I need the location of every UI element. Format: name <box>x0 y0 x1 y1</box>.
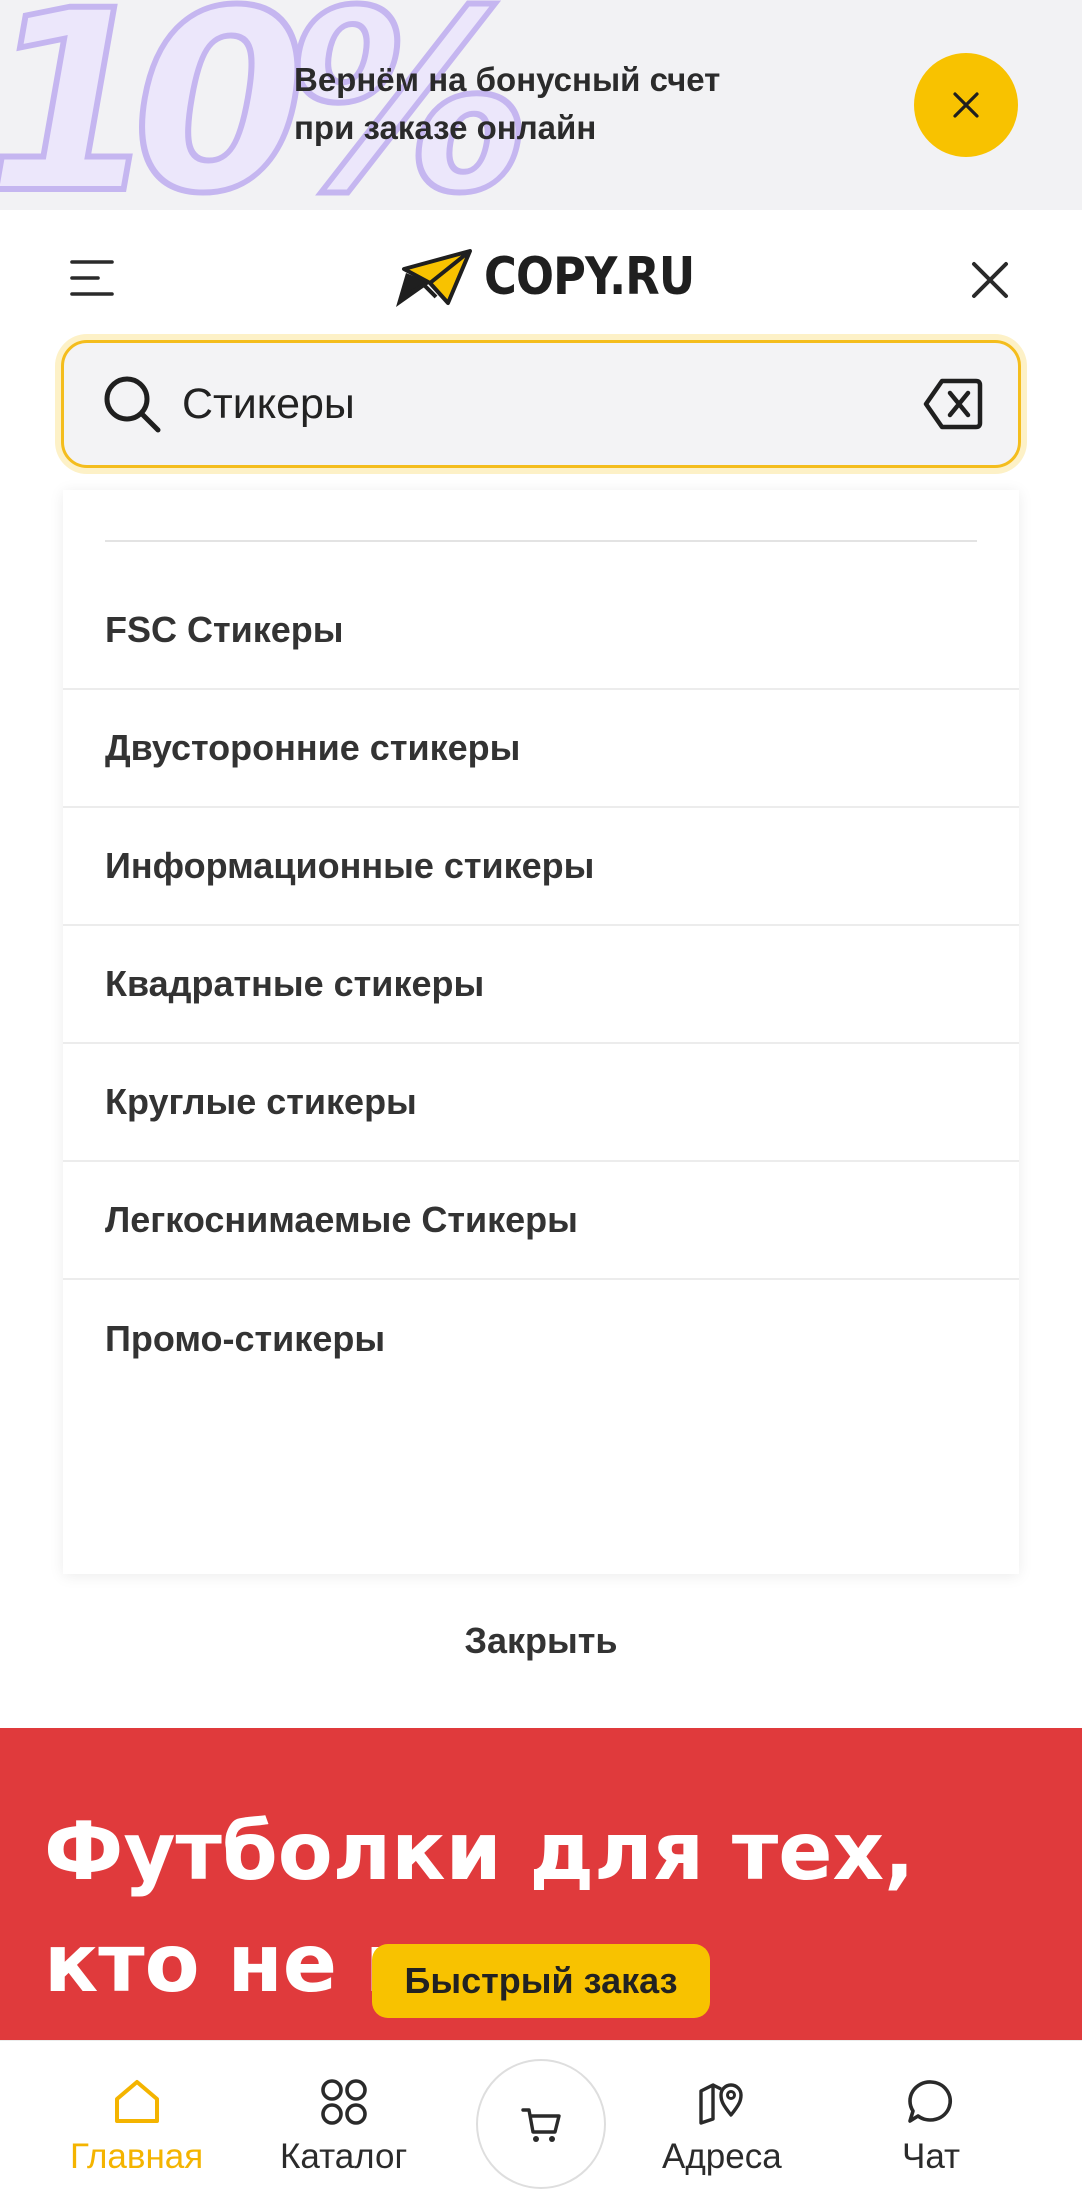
home-icon <box>114 2080 159 2123</box>
suggestion-item[interactable]: Двусторонние стикеры <box>63 690 1019 808</box>
suggestion-item[interactable]: Круглые стикеры <box>63 1044 1019 1162</box>
cart-icon <box>521 2108 561 2142</box>
divider <box>105 540 977 542</box>
nav-home-label: Главная <box>70 2137 204 2176</box>
chat-bubble-icon <box>908 2080 953 2123</box>
nav-chat-label: Чат <box>902 2137 961 2176</box>
close-icon[interactable] <box>966 256 1014 304</box>
promo-banner[interactable]: 10% Вернём на бонусный счет при заказе о… <box>0 0 1082 210</box>
paper-plane-icon <box>396 249 472 307</box>
promo-close-button[interactable] <box>914 53 1018 157</box>
promo-line-1: Вернём на бонусный счет <box>294 61 721 98</box>
search-input[interactable] <box>182 379 882 429</box>
logo-text: COPY.RU <box>484 247 695 307</box>
search-suggestions: FSC Стикеры Двусторонние стикеры Информа… <box>63 490 1019 1574</box>
nav-addresses-label: Адреса <box>662 2137 782 2176</box>
suggestion-item[interactable]: Промо-стикеры <box>63 1280 1019 1398</box>
menu-icon[interactable] <box>68 254 116 302</box>
promo-text: Вернём на бонусный счет при заказе онлай… <box>294 56 720 152</box>
suggestion-item[interactable]: Квадратные стикеры <box>63 926 1019 1044</box>
map-pin-icon <box>699 2083 743 2125</box>
nav-home[interactable]: Главная <box>70 2075 203 2177</box>
suggestion-list: FSC Стикеры Двусторонние стикеры Информа… <box>63 572 1019 1398</box>
search-bar <box>61 340 1021 468</box>
close-search-button[interactable]: Закрыть <box>0 1620 1082 1662</box>
banner-line-1: Футболки для тех, <box>44 1805 915 1898</box>
suggestion-item[interactable]: Легкоснимаемые Стикеры <box>63 1162 1019 1280</box>
suggestion-item[interactable]: FSC Стикеры <box>63 572 1019 690</box>
close-icon <box>953 92 979 118</box>
search-icon <box>104 376 161 433</box>
nav-catalog[interactable]: Каталог <box>280 2075 407 2177</box>
site-header: COPY.RU <box>0 210 1082 340</box>
nav-chat[interactable]: Чат <box>902 2075 960 2177</box>
catalog-grid-icon <box>320 2079 367 2125</box>
backspace-clear-icon[interactable] <box>922 375 984 433</box>
quick-order-button[interactable]: Быстрый заказ <box>372 1944 710 2018</box>
nav-cart-button[interactable] <box>476 2059 606 2189</box>
promo-line-2: при заказе онлайн <box>294 109 597 146</box>
suggestion-item[interactable]: Информационные стикеры <box>63 808 1019 926</box>
panel-bottom-edge <box>0 1680 1082 1728</box>
logo[interactable]: COPY.RU <box>396 246 729 308</box>
nav-catalog-label: Каталог <box>280 2137 408 2176</box>
bottom-navigation: Главная Каталог Адреса Чат <box>0 2040 1082 2202</box>
nav-addresses[interactable]: Адреса <box>662 2075 782 2177</box>
